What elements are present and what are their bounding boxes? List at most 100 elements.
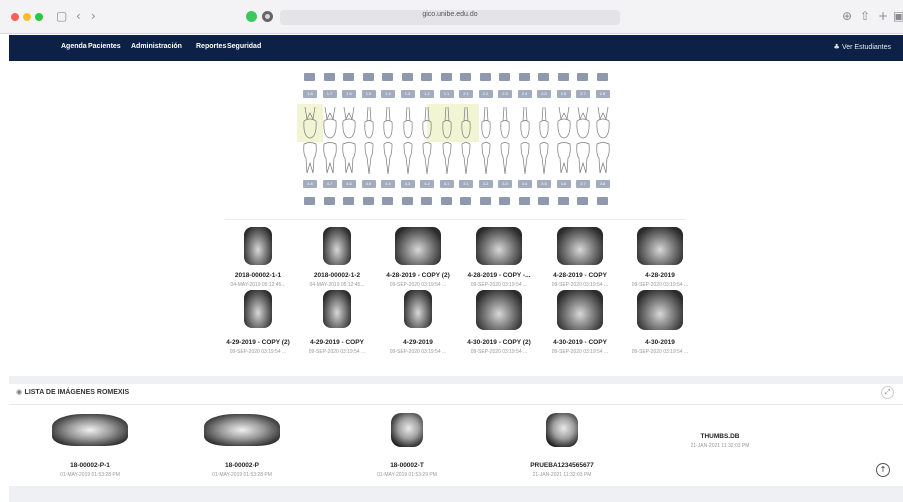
upper-tooth[interactable] [302,105,318,141]
upper-tooth[interactable] [439,105,455,141]
tooth-box[interactable] [557,197,569,205]
tooth-box[interactable] [401,197,413,205]
image-title[interactable]: 4-28-2019 - COPY [535,272,625,279]
panoramic-xray-thumbnail[interactable] [204,414,280,446]
tooth-box[interactable] [518,73,530,81]
tooth-box[interactable] [440,73,452,81]
tooth-box[interactable] [362,197,374,205]
scroll-to-top-button[interactable]: ↑ [876,463,890,477]
romexis-image-title[interactable]: 18-00002-P [187,462,297,469]
tooth-box[interactable] [323,197,335,205]
xray-thumbnail[interactable] [323,290,351,328]
close-window-button[interactable] [11,13,19,21]
xray-thumbnail[interactable] [557,290,603,330]
image-title[interactable]: 4-30-2019 [615,339,705,346]
tooth-box[interactable] [304,197,315,205]
image-title[interactable]: 4-28-2019 [615,272,705,279]
lower-tooth[interactable] [478,141,494,177]
tooth-box[interactable] [577,73,588,81]
sidebar-toggle-icon[interactable]: ▢ [56,9,67,23]
tooth-box[interactable] [596,197,608,205]
tooth-box[interactable] [479,197,491,205]
nav-seguridad[interactable]: Seguridad [227,43,261,50]
lower-tooth[interactable] [322,141,338,177]
download-icon[interactable]: ⊕ [842,9,852,23]
tooth-box[interactable] [557,73,569,81]
xray-thumbnail[interactable] [404,290,432,328]
tooth-box[interactable] [421,197,432,205]
tooth-box[interactable] [304,73,315,81]
skull-xray-thumbnail[interactable] [546,413,578,447]
forward-arrow-icon[interactable]: › [91,9,96,23]
share-icon[interactable]: ⇧ [860,9,870,23]
image-title[interactable]: 2018-00002-1-2 [292,272,382,279]
image-title[interactable]: 4-29-2019 - COPY (2) [213,339,303,346]
back-arrow-icon[interactable]: ‹ [76,9,81,23]
upper-tooth[interactable] [497,105,513,141]
image-title[interactable]: 4-30-2019 - COPY (2) [454,339,544,346]
lower-tooth[interactable] [497,141,513,177]
upper-tooth[interactable] [458,105,474,141]
tooth-box[interactable] [401,73,413,81]
tooth-box[interactable] [460,73,471,81]
romexis-image-title[interactable]: 18-00002-P-1 [35,462,145,469]
upper-tooth[interactable] [478,105,494,141]
nav-administracion[interactable]: Administración [131,43,182,50]
lower-tooth[interactable] [380,141,396,177]
upper-tooth[interactable] [380,105,396,141]
image-title[interactable]: 4-30-2019 - COPY [535,339,625,346]
lower-tooth[interactable] [302,141,318,177]
tooth-box[interactable] [343,73,354,81]
lower-tooth[interactable] [458,141,474,177]
tooth-box[interactable] [518,197,530,205]
minimize-window-button[interactable] [23,13,31,21]
tabs-overview-icon[interactable]: ▣ [893,9,903,23]
upper-tooth[interactable] [322,105,338,141]
tooth-box[interactable] [538,73,549,81]
upper-tooth[interactable] [341,105,357,141]
lower-tooth[interactable] [439,141,455,177]
lower-tooth[interactable] [341,141,357,177]
xray-thumbnail[interactable] [476,227,522,265]
image-title[interactable]: 4-29-2019 - COPY [292,339,382,346]
tooth-box[interactable] [382,197,393,205]
lower-tooth[interactable] [536,141,552,177]
tooth-box[interactable] [421,73,432,81]
xray-thumbnail[interactable] [323,227,351,265]
ver-estudiantes-link[interactable]: ♣ Ver Estudiantes [833,43,891,51]
panoramic-xray-thumbnail[interactable] [52,414,128,446]
tooth-box[interactable] [460,197,471,205]
upper-tooth[interactable] [361,105,377,141]
xray-thumbnail[interactable] [395,227,441,265]
image-title[interactable]: 4-28-2019 - COPY (2) [373,272,463,279]
tooth-box[interactable] [577,197,588,205]
xray-thumbnail[interactable] [637,290,683,330]
tooth-box[interactable] [382,73,393,81]
xray-thumbnail[interactable] [637,227,683,265]
lower-tooth[interactable] [400,141,416,177]
address-bar[interactable]: gico.unibe.edu.do [280,10,620,25]
privacy-shield-icon[interactable] [262,11,273,22]
xray-thumbnail[interactable] [476,290,522,330]
romexis-image-title[interactable]: 18-00002-T [352,462,462,469]
zoom-window-button[interactable] [35,13,43,21]
tooth-box[interactable] [323,73,335,81]
tooth-box[interactable] [596,73,608,81]
image-title[interactable]: 4-28-2019 - COPY -... [454,272,544,279]
tooth-box[interactable] [499,73,510,81]
extension-icon[interactable] [246,11,257,22]
tooth-box[interactable] [499,197,510,205]
lower-tooth[interactable] [556,141,572,177]
tooth-box[interactable] [440,197,452,205]
upper-tooth[interactable] [536,105,552,141]
upper-tooth[interactable] [419,105,435,141]
lower-tooth[interactable] [575,141,591,177]
image-title[interactable]: 2018-00002-1-1 [213,272,303,279]
lower-tooth[interactable] [361,141,377,177]
lower-tooth[interactable] [595,141,611,177]
xray-thumbnail[interactable] [557,227,603,265]
tooth-box[interactable] [479,73,491,81]
tooth-box[interactable] [343,197,354,205]
eye-icon[interactable]: ◉ [16,388,25,396]
nav-agenda[interactable]: Agenda [61,43,87,50]
